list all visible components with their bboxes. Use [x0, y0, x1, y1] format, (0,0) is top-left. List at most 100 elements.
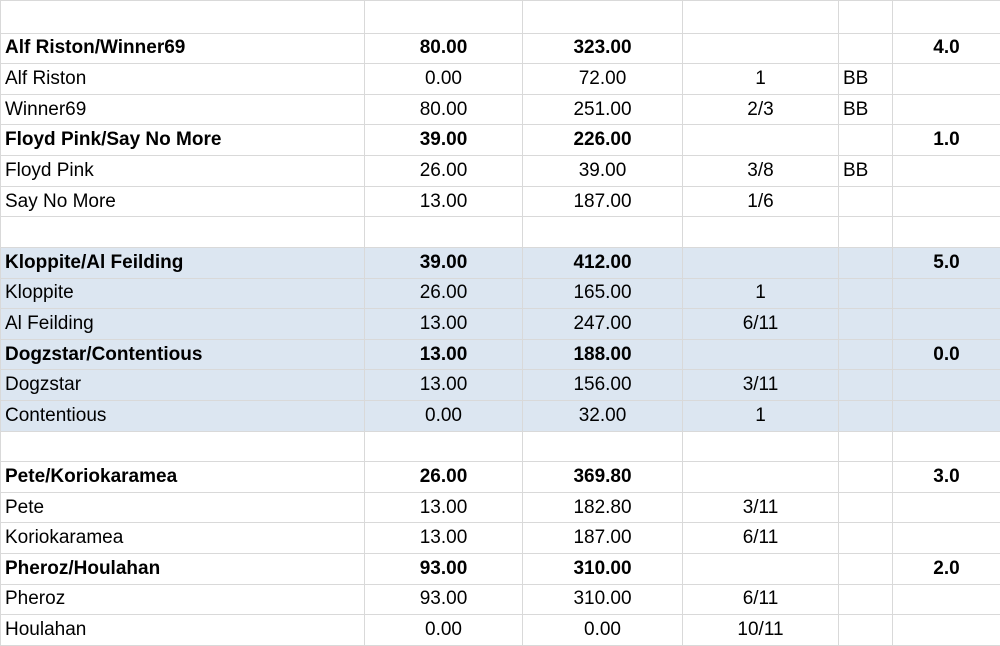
cell-fraction[interactable] [682, 461, 839, 493]
cell-total[interactable]: 310.00 [522, 583, 683, 616]
cell-name[interactable] [0, 0, 365, 34]
cell-name[interactable]: Koriokaramea [0, 522, 365, 555]
cell-fraction[interactable]: 6/11 [682, 522, 839, 555]
cell-fraction[interactable] [682, 216, 839, 248]
cell-total[interactable]: 187.00 [522, 522, 683, 555]
cell-total[interactable]: 226.00 [522, 124, 683, 157]
cell-flag[interactable] [838, 583, 893, 616]
cell-fraction[interactable] [682, 32, 839, 65]
cell-name[interactable] [0, 216, 365, 248]
cell-flag[interactable] [838, 338, 893, 371]
cell-score[interactable]: 4.0 [892, 32, 1000, 65]
cell-flag[interactable] [838, 522, 893, 555]
cell-name[interactable]: Floyd Pink/Say No More [0, 124, 365, 157]
cell-name[interactable]: Pheroz [0, 583, 365, 616]
cell-points[interactable]: 13.00 [364, 338, 523, 371]
cell-score[interactable] [892, 185, 1000, 218]
cell-fraction[interactable] [682, 430, 839, 463]
cell-name[interactable]: Alf Riston [0, 63, 365, 95]
cell-points[interactable]: 0.00 [364, 614, 523, 646]
cell-score[interactable] [892, 583, 1000, 616]
cell-fraction[interactable]: 1 [682, 277, 839, 310]
cell-flag[interactable] [838, 32, 893, 65]
cell-fraction[interactable]: 1 [682, 63, 839, 95]
cell-points[interactable]: 93.00 [364, 553, 523, 585]
cell-name[interactable]: Kloppite/Al Feilding [0, 246, 365, 279]
cell-name[interactable]: Contentious [0, 399, 365, 432]
cell-total[interactable]: 187.00 [522, 185, 683, 218]
cell-flag[interactable]: BB [838, 155, 893, 187]
cell-name[interactable] [0, 430, 365, 463]
cell-score[interactable] [892, 0, 1000, 34]
cell-points[interactable]: 13.00 [364, 522, 523, 555]
cell-flag[interactable] [838, 216, 893, 248]
cell-fraction[interactable]: 6/11 [682, 308, 839, 340]
cell-score[interactable] [892, 308, 1000, 340]
cell-total[interactable]: 369.80 [522, 461, 683, 493]
cell-score[interactable] [892, 491, 1000, 524]
cell-flag[interactable] [838, 553, 893, 585]
cell-points[interactable]: 39.00 [364, 246, 523, 279]
cell-flag[interactable]: BB [838, 93, 893, 126]
cell-points[interactable]: 26.00 [364, 155, 523, 187]
cell-flag[interactable] [838, 614, 893, 646]
cell-points[interactable]: 26.00 [364, 461, 523, 493]
cell-total[interactable]: 251.00 [522, 93, 683, 126]
cell-total[interactable]: 39.00 [522, 155, 683, 187]
cell-fraction[interactable] [682, 338, 839, 371]
cell-total[interactable] [522, 430, 683, 463]
cell-fraction[interactable]: 3/11 [682, 491, 839, 524]
cell-score[interactable] [892, 430, 1000, 463]
cell-total[interactable]: 247.00 [522, 308, 683, 340]
cell-flag[interactable] [838, 308, 893, 340]
cell-name[interactable]: Pete [0, 491, 365, 524]
cell-flag[interactable] [838, 0, 893, 34]
cell-points[interactable]: 13.00 [364, 185, 523, 218]
cell-score[interactable] [892, 216, 1000, 248]
cell-fraction[interactable]: 3/8 [682, 155, 839, 187]
cell-flag[interactable]: BB [838, 63, 893, 95]
cell-flag[interactable] [838, 124, 893, 157]
cell-flag[interactable] [838, 246, 893, 279]
cell-name[interactable]: Houlahan [0, 614, 365, 646]
cell-name[interactable]: Pete/Koriokaramea [0, 461, 365, 493]
cell-points[interactable]: 39.00 [364, 124, 523, 157]
cell-fraction[interactable] [682, 124, 839, 157]
cell-points[interactable]: 93.00 [364, 583, 523, 616]
cell-score[interactable] [892, 399, 1000, 432]
cell-total[interactable]: 188.00 [522, 338, 683, 371]
cell-fraction[interactable]: 1 [682, 399, 839, 432]
cell-flag[interactable] [838, 369, 893, 401]
cell-points[interactable]: 26.00 [364, 277, 523, 310]
cell-flag[interactable] [838, 185, 893, 218]
cell-total[interactable]: 32.00 [522, 399, 683, 432]
cell-name[interactable]: Pheroz/Houlahan [0, 553, 365, 585]
cell-score[interactable] [892, 614, 1000, 646]
cell-points[interactable] [364, 0, 523, 34]
cell-fraction[interactable] [682, 246, 839, 279]
cell-score[interactable] [892, 277, 1000, 310]
cell-points[interactable]: 13.00 [364, 369, 523, 401]
cell-total[interactable]: 310.00 [522, 553, 683, 585]
cell-total[interactable] [522, 216, 683, 248]
cell-name[interactable]: Say No More [0, 185, 365, 218]
cell-fraction[interactable]: 6/11 [682, 583, 839, 616]
cell-name[interactable]: Winner69 [0, 93, 365, 126]
cell-fraction[interactable]: 1/6 [682, 185, 839, 218]
cell-score[interactable]: 5.0 [892, 246, 1000, 279]
cell-score[interactable]: 0.0 [892, 338, 1000, 371]
cell-total[interactable]: 412.00 [522, 246, 683, 279]
cell-points[interactable]: 0.00 [364, 63, 523, 95]
cell-total[interactable]: 0.00 [522, 614, 683, 646]
cell-points[interactable]: 80.00 [364, 93, 523, 126]
cell-name[interactable]: Alf Riston/Winner69 [0, 32, 365, 65]
cell-name[interactable]: Dogzstar/Contentious [0, 338, 365, 371]
cell-flag[interactable] [838, 430, 893, 463]
cell-score[interactable]: 2.0 [892, 553, 1000, 585]
cell-flag[interactable] [838, 491, 893, 524]
cell-score[interactable]: 1.0 [892, 124, 1000, 157]
cell-total[interactable] [522, 0, 683, 34]
cell-flag[interactable] [838, 399, 893, 432]
cell-fraction[interactable]: 2/3 [682, 93, 839, 126]
cell-points[interactable]: 0.00 [364, 399, 523, 432]
